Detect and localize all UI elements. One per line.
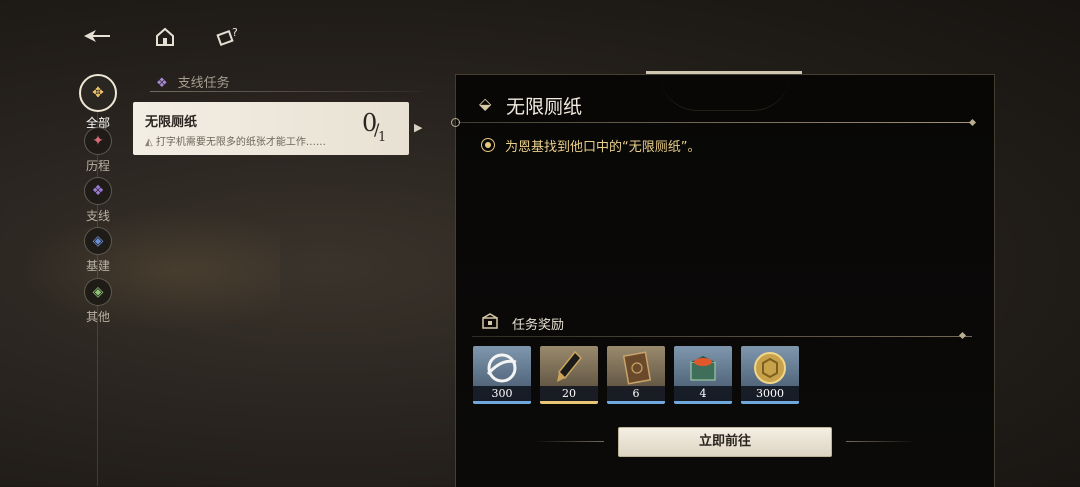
reward-qty: 300 <box>473 386 531 401</box>
panel-ornament <box>660 74 790 111</box>
reward-item[interactable]: 3000 <box>741 346 799 404</box>
back-arrow-icon[interactable] <box>82 26 110 52</box>
quest-marker-icon: ⬙ <box>479 94 492 113</box>
category-side[interactable]: ❖ 支线 <box>78 177 118 224</box>
category-label: 支线 <box>85 209 110 223</box>
quest-desc-text: 打字机需要无限多的纸张才能工作…… <box>155 137 326 148</box>
detail-title: 无限厕纸 <box>506 96 583 118</box>
home-icon[interactable] <box>152 26 178 52</box>
quest-name: 无限厕纸 <box>145 115 198 130</box>
reward-item[interactable]: 6 <box>607 346 665 404</box>
quest-progress-total: 1 <box>378 130 387 145</box>
section-divider <box>150 91 422 92</box>
rewards-divider <box>472 336 972 337</box>
side-quest-icon: ❖ <box>84 177 112 205</box>
category-history[interactable]: ✦ 历程 <box>78 127 118 174</box>
rarity-bar <box>473 401 531 404</box>
base-icon: ◈ <box>84 227 112 255</box>
help-icon[interactable]: ? <box>216 26 242 52</box>
rarity-bar <box>607 401 665 404</box>
quest-description: ◭ 打字机需要无限多的纸张才能工作…… <box>145 133 326 148</box>
reward-qty: 3000 <box>741 386 799 401</box>
reward-item[interactable]: 300 <box>473 346 531 404</box>
rarity-bar <box>741 401 799 404</box>
quest-card[interactable]: 无限厕纸 ◭ 打字机需要无限多的纸张才能工作…… 0 / 1 <box>133 102 409 155</box>
background-dust <box>20 210 280 330</box>
category-base[interactable]: ◈ 基建 <box>78 227 118 274</box>
go-now-button[interactable]: 立即前往 <box>618 427 832 457</box>
book-icon <box>607 346 665 390</box>
objective-icon <box>481 138 495 152</box>
selected-arrow-icon: ▶ <box>414 121 423 134</box>
reward-item[interactable]: 20 <box>540 346 598 404</box>
category-label: 其他 <box>85 310 110 324</box>
warning-icon: ◭ <box>145 137 156 148</box>
button-ornament <box>846 441 916 442</box>
reward-qty: 4 <box>674 386 732 401</box>
crystal-pen-icon <box>540 346 598 390</box>
panel-top-bar <box>646 71 802 74</box>
other-icon: ◈ <box>84 278 112 306</box>
category-label: 历程 <box>85 159 110 173</box>
section-title: 支线任务 <box>177 76 230 91</box>
reward-qty: 20 <box>540 386 598 401</box>
rewards-title: 任务奖励 <box>512 318 565 333</box>
button-ornament <box>534 441 604 442</box>
title-divider <box>458 122 974 123</box>
reward-box-icon <box>481 312 499 334</box>
svg-text:?: ? <box>232 26 238 39</box>
category-label: 基建 <box>85 259 110 273</box>
rarity-bar <box>540 401 598 404</box>
chest-icon <box>674 346 732 390</box>
category-other[interactable]: ◈ 其他 <box>78 278 118 325</box>
section-header: ❖ 支线任务 <box>156 72 230 91</box>
quest-objective: 为恩基找到他口中的“无限厕纸”。 <box>505 140 701 155</box>
all-icon: ✥ <box>79 74 117 112</box>
gold-coin-icon <box>741 346 799 390</box>
reward-qty: 6 <box>607 386 665 401</box>
currency-ring-icon <box>473 346 531 390</box>
rarity-bar <box>674 401 732 404</box>
reward-item[interactable]: 4 <box>674 346 732 404</box>
category-all[interactable]: ✥ 全部 <box>78 74 118 131</box>
history-icon: ✦ <box>84 127 112 155</box>
side-quest-icon: ❖ <box>156 76 168 91</box>
